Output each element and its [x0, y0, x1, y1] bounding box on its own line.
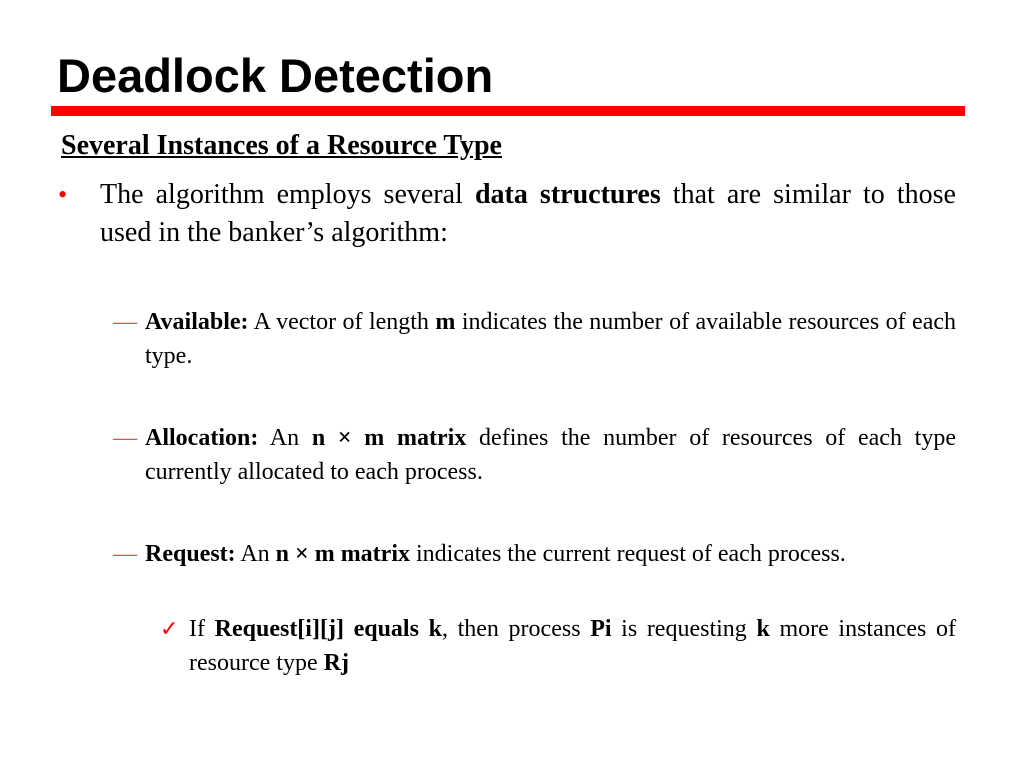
bullet-dot-icon: • [58, 180, 68, 209]
dash-icon: — [113, 541, 137, 567]
note-item: ✓ If Request[i][j] equals k, then proces… [160, 612, 956, 680]
text-part: A vector of length [248, 309, 436, 335]
bold-term: Request[i][j] equals k [214, 616, 442, 642]
bullet-bold-term: data structures [474, 179, 661, 210]
text-part: indicates the current request of each pr… [410, 541, 846, 567]
text-part: is requesting [611, 616, 757, 642]
bold-term: Rj [323, 650, 349, 676]
section-heading: Several Instances of a Resource Type [61, 130, 502, 161]
bold-term: n × m matrix [275, 541, 410, 567]
sub-item-allocation: — Allocation: An n × m matrix defines th… [113, 421, 956, 489]
sub-item-request: — Request: An n × m matrix indicates the… [113, 537, 956, 571]
bullet-text-part: The algorithm employs several [100, 179, 475, 210]
note-text: If Request[i][j] equals k, then process … [189, 612, 956, 680]
text-part: , then process [441, 616, 591, 642]
text-part: An [258, 425, 312, 451]
bold-term: n × m matrix [311, 425, 467, 451]
sub-item-label: Allocation: [145, 425, 259, 451]
sub-item-label: Request: [145, 541, 236, 567]
sub-item-text: Available: A vector of length m indicate… [145, 305, 956, 373]
bullet-item: • The algorithm employs several data str… [58, 176, 956, 252]
bold-term: m [435, 309, 456, 335]
bold-term: k [756, 616, 770, 642]
dash-icon: — [113, 425, 137, 451]
title-divider [51, 106, 965, 116]
sub-item-text: Allocation: An n × m matrix defines the … [145, 421, 956, 489]
sub-item-text: Request: An n × m matrix indicates the c… [145, 537, 956, 571]
bold-term: Pi [590, 616, 612, 642]
sub-item-available: — Available: A vector of length m indica… [113, 305, 956, 373]
text-part: An [235, 541, 276, 567]
slide-title: Deadlock Detection [57, 49, 494, 102]
bullet-text: The algorithm employs several data struc… [100, 176, 956, 252]
sub-item-label: Available: [145, 309, 249, 335]
dash-icon: — [113, 309, 137, 335]
text-part: If [189, 616, 215, 642]
checkmark-icon: ✓ [160, 616, 179, 641]
